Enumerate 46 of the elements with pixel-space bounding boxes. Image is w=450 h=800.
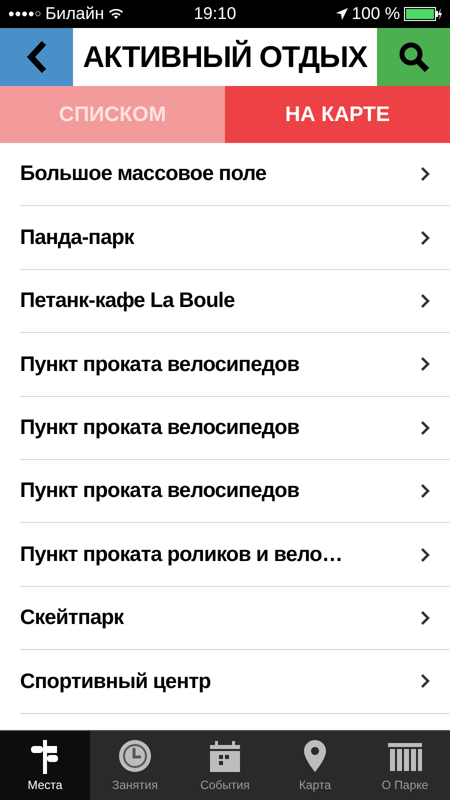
search-button[interactable]: [377, 28, 450, 86]
carrier-name: Билайн: [45, 3, 104, 26]
place-row[interactable]: Пункт проката роликов и вело…: [20, 523, 450, 587]
place-row[interactable]: Панда-парк: [20, 206, 450, 270]
place-name: Большое массовое поле: [20, 161, 266, 188]
tab-bar-item[interactable]: События: [180, 731, 270, 800]
clock-time: 19:10: [194, 3, 236, 26]
place-name: Скейтпарк: [20, 605, 124, 632]
place-row[interactable]: Пункт проката велосипедов: [20, 396, 450, 460]
search-icon: [398, 41, 430, 73]
place-row[interactable]: Пункт проката велосипедов: [20, 460, 450, 524]
chevron-right-icon: [420, 483, 430, 500]
place-name: Пункт проката велосипедов: [20, 352, 300, 378]
tab-bar-item[interactable]: Карта: [270, 731, 360, 800]
back-button[interactable]: [0, 28, 73, 86]
place-row[interactable]: Спортивный центр: [20, 650, 450, 714]
chevron-right-icon: [420, 673, 430, 690]
chevron-right-icon: [420, 166, 430, 182]
place-row[interactable]: Скейтпарк: [20, 586, 450, 650]
place-row[interactable]: Петанк-кафе La Boule: [20, 270, 450, 334]
place-name: Пункт проката велосипедов: [20, 478, 300, 504]
tab-bar-item[interactable]: Места: [0, 731, 90, 800]
tab-bar-item[interactable]: О Парке: [360, 731, 450, 800]
wifi-icon: [108, 8, 124, 20]
signal-strength: ●●●●○: [8, 6, 42, 22]
place-row[interactable]: Пункт проката велосипедов: [20, 333, 450, 397]
chevron-right-icon: [420, 356, 430, 372]
chevron-right-icon: [420, 230, 430, 246]
back-chevron-icon: [26, 40, 48, 74]
chevron-right-icon: [420, 546, 430, 563]
tab-bar-item[interactable]: Занятия: [90, 731, 180, 800]
battery-icon: [404, 7, 442, 21]
battery-percent: 100 %: [352, 3, 400, 26]
place-name: Пункт проката роликов и вело…: [20, 542, 342, 568]
place-name: Панда-парк: [20, 224, 134, 251]
view-tab[interactable]: НА КАРТЕ: [225, 86, 450, 143]
page-title: АКТИВНЫЙ ОТДЫХ: [82, 38, 368, 76]
clock-icon: [117, 738, 153, 774]
place-name: Спортивный центр: [20, 668, 211, 695]
place-row[interactable]: Большое массовое поле: [20, 143, 450, 206]
location-arrow-icon: [336, 8, 348, 20]
chevron-right-icon: [420, 420, 430, 436]
place-name: Пункт проката велосипедов: [20, 415, 300, 441]
place-name: Петанк-кафе La Boule: [20, 288, 235, 314]
chevron-right-icon: [420, 292, 430, 309]
chevron-right-icon: [420, 610, 430, 626]
